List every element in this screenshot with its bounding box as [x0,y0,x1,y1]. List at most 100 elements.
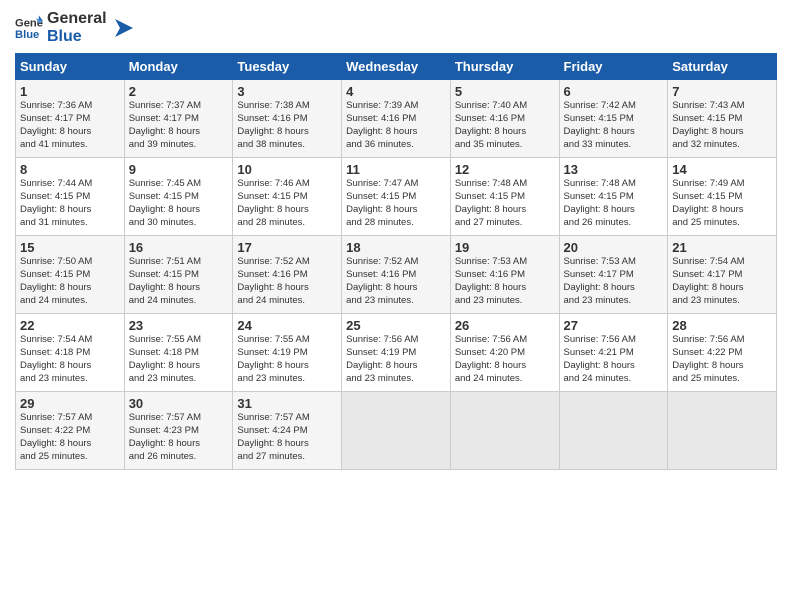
day-number: 4 [346,84,446,99]
day-number: 11 [346,162,446,177]
day-number: 15 [20,240,120,255]
cell-info-line: Sunrise: 7:56 AM [346,334,446,347]
day-number: 17 [237,240,337,255]
calendar-cell: 17Sunrise: 7:52 AMSunset: 4:16 PMDayligh… [233,236,342,314]
cell-info-line: and 23 minutes. [672,295,772,308]
cell-info-line: Sunrise: 7:56 AM [672,334,772,347]
calendar-cell [668,392,777,470]
day-number: 12 [455,162,555,177]
cell-info-line: Daylight: 8 hours [564,282,664,295]
cell-info-line: Sunset: 4:22 PM [20,425,120,438]
cell-info-line: Daylight: 8 hours [20,204,120,217]
cell-info-line: Sunrise: 7:45 AM [129,178,229,191]
calendar-cell: 9Sunrise: 7:45 AMSunset: 4:15 PMDaylight… [124,158,233,236]
cell-info-line: Daylight: 8 hours [455,282,555,295]
calendar-cell: 29Sunrise: 7:57 AMSunset: 4:22 PMDayligh… [16,392,125,470]
cell-info-line: Daylight: 8 hours [346,204,446,217]
cell-info-line: Sunset: 4:23 PM [129,425,229,438]
col-header-thursday: Thursday [450,54,559,80]
calendar-cell: 7Sunrise: 7:43 AMSunset: 4:15 PMDaylight… [668,80,777,158]
cell-info-line: Sunrise: 7:57 AM [237,412,337,425]
cell-info-line: Daylight: 8 hours [564,360,664,373]
day-number: 24 [237,318,337,333]
cell-info-line: Sunrise: 7:40 AM [455,100,555,113]
cell-info-line: Sunset: 4:22 PM [672,347,772,360]
cell-info-line: Sunrise: 7:43 AM [672,100,772,113]
cell-info-line: and 38 minutes. [237,139,337,152]
svg-text:Blue: Blue [15,28,39,40]
cell-info-line: Sunset: 4:18 PM [129,347,229,360]
cell-info-line: Sunrise: 7:51 AM [129,256,229,269]
cell-info-line: Sunrise: 7:48 AM [455,178,555,191]
cell-info-line: and 27 minutes. [237,451,337,464]
col-header-friday: Friday [559,54,668,80]
day-number: 26 [455,318,555,333]
cell-info-line: Daylight: 8 hours [672,282,772,295]
cell-info-line: Daylight: 8 hours [237,360,337,373]
day-number: 29 [20,396,120,411]
cell-info-line: Daylight: 8 hours [346,282,446,295]
calendar-cell: 3Sunrise: 7:38 AMSunset: 4:16 PMDaylight… [233,80,342,158]
logo-icon: General Blue [15,14,43,42]
cell-info-line: Daylight: 8 hours [346,126,446,139]
cell-info-line: Sunrise: 7:38 AM [237,100,337,113]
page-header: General Blue General Blue [15,10,777,45]
day-number: 21 [672,240,772,255]
day-number: 28 [672,318,772,333]
cell-info-line: and 24 minutes. [20,295,120,308]
cell-info-line: Sunset: 4:16 PM [455,113,555,126]
cell-info-line: and 30 minutes. [129,217,229,230]
day-number: 3 [237,84,337,99]
week-row-5: 29Sunrise: 7:57 AMSunset: 4:22 PMDayligh… [16,392,777,470]
cell-info-line: Sunset: 4:15 PM [237,191,337,204]
cell-info-line: Sunrise: 7:52 AM [237,256,337,269]
cell-info-line: Sunset: 4:16 PM [346,269,446,282]
cell-info-line: Daylight: 8 hours [20,438,120,451]
calendar-cell: 13Sunrise: 7:48 AMSunset: 4:15 PMDayligh… [559,158,668,236]
cell-info-line: Daylight: 8 hours [672,126,772,139]
cell-info-line: and 24 minutes. [237,295,337,308]
col-header-monday: Monday [124,54,233,80]
col-header-tuesday: Tuesday [233,54,342,80]
logo-blue: Blue [47,28,107,46]
cell-info-line: Daylight: 8 hours [672,360,772,373]
day-number: 19 [455,240,555,255]
cell-info-line: Daylight: 8 hours [564,204,664,217]
cell-info-line: Sunrise: 7:50 AM [20,256,120,269]
day-number: 16 [129,240,229,255]
cell-info-line: Sunset: 4:19 PM [237,347,337,360]
cell-info-line: Daylight: 8 hours [455,204,555,217]
week-row-2: 8Sunrise: 7:44 AMSunset: 4:15 PMDaylight… [16,158,777,236]
cell-info-line: Sunrise: 7:39 AM [346,100,446,113]
cell-info-line: Sunrise: 7:54 AM [20,334,120,347]
calendar-cell: 11Sunrise: 7:47 AMSunset: 4:15 PMDayligh… [342,158,451,236]
calendar-cell: 14Sunrise: 7:49 AMSunset: 4:15 PMDayligh… [668,158,777,236]
cell-info-line: Daylight: 8 hours [20,360,120,373]
day-number: 30 [129,396,229,411]
cell-info-line: Sunrise: 7:55 AM [237,334,337,347]
day-number: 22 [20,318,120,333]
day-number: 2 [129,84,229,99]
cell-info-line: Sunrise: 7:37 AM [129,100,229,113]
cell-info-line: and 23 minutes. [346,373,446,386]
cell-info-line: Sunset: 4:15 PM [455,191,555,204]
cell-info-line: and 32 minutes. [672,139,772,152]
calendar-cell: 20Sunrise: 7:53 AMSunset: 4:17 PMDayligh… [559,236,668,314]
calendar-cell: 21Sunrise: 7:54 AMSunset: 4:17 PMDayligh… [668,236,777,314]
cell-info-line: Daylight: 8 hours [20,282,120,295]
week-row-1: 1Sunrise: 7:36 AMSunset: 4:17 PMDaylight… [16,80,777,158]
cell-info-line: and 31 minutes. [20,217,120,230]
cell-info-line: Sunrise: 7:49 AM [672,178,772,191]
cell-info-line: Sunrise: 7:48 AM [564,178,664,191]
cell-info-line: Daylight: 8 hours [237,438,337,451]
col-header-sunday: Sunday [16,54,125,80]
cell-info-line: Sunrise: 7:53 AM [564,256,664,269]
day-number: 25 [346,318,446,333]
day-number: 8 [20,162,120,177]
cell-info-line: Daylight: 8 hours [237,282,337,295]
cell-info-line: and 26 minutes. [564,217,664,230]
cell-info-line: Daylight: 8 hours [237,126,337,139]
day-number: 6 [564,84,664,99]
cell-info-line: and 24 minutes. [564,373,664,386]
day-number: 27 [564,318,664,333]
